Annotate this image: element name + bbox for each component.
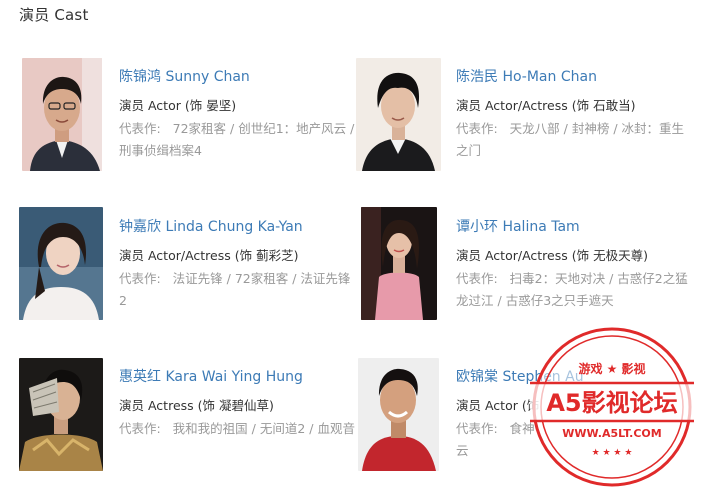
work-link[interactable]: 我和我的祖国 bbox=[173, 421, 248, 436]
work-link[interactable]: 72家租客 bbox=[235, 271, 288, 286]
work-link[interactable]: 创世纪1：地产风云 bbox=[238, 121, 346, 136]
work-link[interactable]: 云 bbox=[456, 443, 469, 458]
works-label: 代表作: bbox=[456, 421, 498, 436]
cast-role: 演员 Actor/Actress (饰 石敢当) bbox=[456, 98, 636, 113]
watermark-stamp: 游戏 ★ 影视 A5影视论坛 WWW.A5LT.COM ★ ★ ★ ★ bbox=[516, 325, 706, 489]
cast-role: 演员 Actor (饰 bbox=[456, 398, 540, 413]
work-link[interactable]: 天龙八部 bbox=[510, 121, 560, 136]
cast-name-link[interactable]: 陈浩民 Ho-Man Chan bbox=[456, 66, 597, 86]
cast-name-link[interactable]: 钟嘉欣 Linda Chung Ka-Yan bbox=[119, 216, 303, 236]
watermark-url: WWW.A5LT.COM bbox=[562, 427, 661, 440]
watermark-main-text: A5影视论坛 bbox=[546, 389, 677, 417]
cast-photo[interactable] bbox=[22, 58, 102, 171]
cast-works: 代表作: 天龙八部 / 封神榜 / 冰封：重生之门 bbox=[456, 121, 685, 158]
cast-works: 代表作: 72家租客 / 创世纪1：地产风云 / 刑事侦缉档案4 bbox=[119, 121, 355, 158]
cast-photo[interactable] bbox=[356, 58, 441, 171]
work-link[interactable]: 72家租客 bbox=[173, 121, 226, 136]
cast-works: 代表作: 法证先锋 / 72家租客 / 法证先锋2 bbox=[119, 271, 351, 308]
work-link[interactable]: 封神榜 bbox=[572, 121, 610, 136]
work-link[interactable]: 无间道2 bbox=[260, 421, 305, 436]
works-label: 代表作: bbox=[456, 121, 498, 136]
works-label: 代表作: bbox=[456, 271, 498, 286]
watermark-stars: ★ ★ ★ ★ bbox=[592, 448, 633, 458]
watermark-top-text: 游戏 ★ 影视 bbox=[578, 361, 645, 376]
section-title: 演员 Cast bbox=[19, 6, 89, 24]
cast-role: 演员 Actor/Actress (饰 蓟彩芝) bbox=[119, 248, 299, 263]
cast-name-link[interactable]: 陈锦鸿 Sunny Chan bbox=[119, 66, 250, 86]
cast-photo[interactable] bbox=[19, 358, 103, 471]
cast-works: 代表作: 我和我的祖国 / 无间道2 / 血观音 bbox=[119, 421, 355, 436]
work-link[interactable]: 古惑仔3之只手遮天 bbox=[506, 293, 614, 308]
cast-works: 代表作: 扫毒2：天地对决 / 古惑仔2之猛龙过江 / 古惑仔3之只手遮天 bbox=[456, 271, 688, 308]
work-link[interactable]: 扫毒2：天地对决 bbox=[510, 271, 605, 286]
works-label: 代表作: bbox=[119, 121, 161, 136]
work-link[interactable]: 刑事侦缉档案4 bbox=[119, 143, 202, 158]
cast-role: 演员 Actor/Actress (饰 无极天尊) bbox=[456, 248, 648, 263]
cast-photo[interactable] bbox=[358, 358, 439, 471]
cast-role: 演员 Actress (饰 凝碧仙草) bbox=[119, 398, 274, 413]
cast-photo[interactable] bbox=[19, 207, 103, 320]
cast-name-link[interactable]: 谭小环 Halina Tam bbox=[456, 216, 580, 236]
work-link[interactable]: 血观音 bbox=[317, 421, 355, 436]
cast-role: 演员 Actor (饰 晏坚) bbox=[119, 98, 237, 113]
works-label: 代表作: bbox=[119, 421, 161, 436]
cast-name-link[interactable]: 惠英红 Kara Wai Ying Hung bbox=[119, 366, 303, 386]
works-label: 代表作: bbox=[119, 271, 161, 286]
work-link[interactable]: 法证先锋 bbox=[173, 271, 223, 286]
cast-photo[interactable] bbox=[361, 207, 437, 320]
